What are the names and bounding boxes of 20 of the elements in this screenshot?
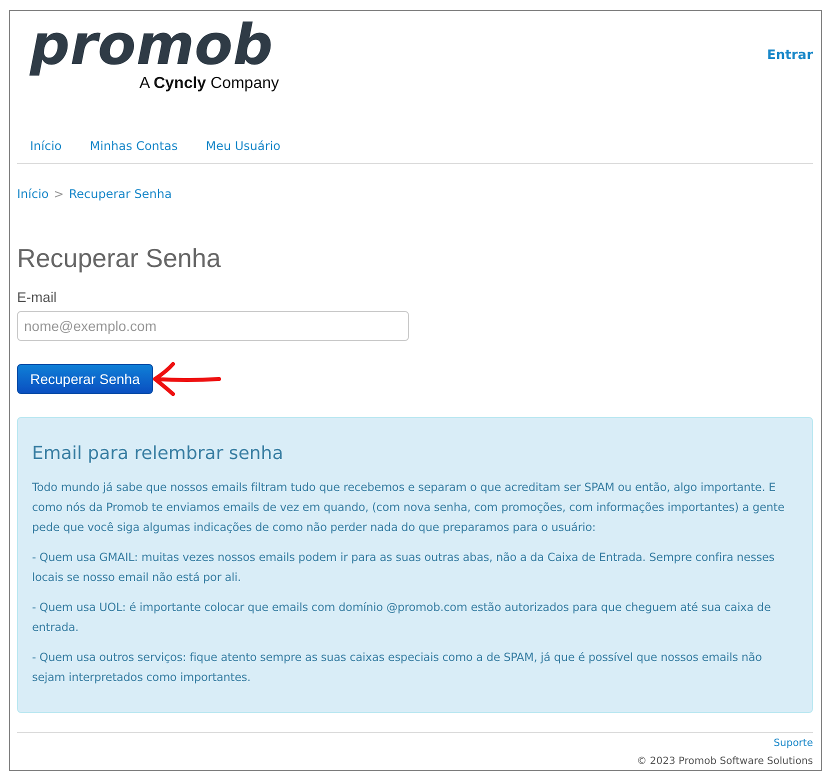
info-paragraph: Todo mundo já sabe que nossos emails filtram tudo que recebemos e separam o que acreditam ser SPAM ou então, algo importante. E como nós da Promob te enviamos emails de vez em quando, (com nova senha, com promoções, com informações importantes) a gente pede que você siga algumas indicações de como não perder nada do que preparamos para o usuário:: [32, 480, 786, 536]
copyright-text: © 2023 Promob Software Solutions: [636, 756, 813, 767]
nav-link[interactable]: Início: [30, 139, 62, 153]
email-label: E-mail: [17, 289, 58, 305]
info-paragraph: - Quem usa GMAIL: muitas vezes nossos emails podem ir para as suas outras abas, não a da Caixa de Entrada. Sempre confira nesses locais se nosso email não está por ali.: [32, 550, 776, 586]
info-paragraph: - Quem usa outros serviços: fique atento sempre as suas caixas especiais como a de SPAM, já que é possível que nossos emails não sejam interpretados como importantes.: [32, 650, 763, 686]
info-paragraph: - Quem usa UOL: é importante colocar que emails com domínio @promob.com estão autorizados para que cheguem até sua caixa de entrada.: [32, 600, 772, 636]
page-title: Recuperar Senha: [17, 243, 222, 274]
login-link[interactable]: Entrar: [767, 48, 813, 63]
logo-wordmark: promob: [28, 13, 273, 78]
nav-link[interactable]: Minhas Contas: [90, 139, 178, 153]
breadcrumb-separator: >: [54, 187, 64, 201]
support-link[interactable]: Suporte: [774, 738, 813, 749]
logo-tagline: A Cyncly Company: [139, 75, 279, 93]
breadcrumb-link[interactable]: Início: [17, 187, 49, 201]
nav-link[interactable]: Meu Usuário: [206, 139, 280, 153]
breadcrumb-link[interactable]: Recuperar Senha: [68, 187, 172, 201]
email-field[interactable]: nome@exemplo.com: [17, 311, 409, 341]
recover-button[interactable]: Recuperar Senha: [17, 364, 153, 394]
info-title: Email para relembrar senha: [32, 443, 284, 464]
